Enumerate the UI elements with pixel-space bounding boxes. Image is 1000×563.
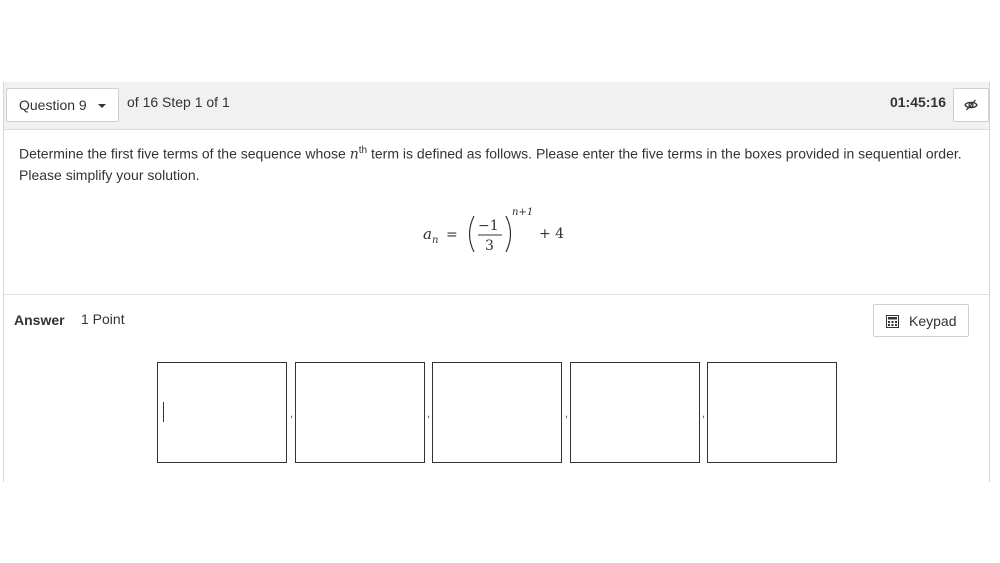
question-body: Determine the first five terms of the se… <box>4 130 989 295</box>
formula-exponent: n+1 <box>512 207 533 218</box>
calculator-icon <box>886 315 899 328</box>
toggle-timer-visibility-button[interactable] <box>953 88 989 122</box>
answer-input-4[interactable] <box>570 362 700 463</box>
keypad-button[interactable]: Keypad <box>873 304 969 337</box>
timer: 01:45:16 <box>889 94 946 110</box>
sequence-formula: a n = −1 3 n+1 + 4 <box>419 196 589 254</box>
answer-inputs: , , , , <box>4 362 989 464</box>
answer-points: 1 Point <box>81 311 125 327</box>
question-panel: Question 9 of 16 Step 1 of 1 01:45:16 De… <box>3 82 990 482</box>
answer-input-1[interactable] <box>157 362 287 463</box>
answer-input-2[interactable] <box>295 362 425 463</box>
prompt-variable: n <box>349 146 359 163</box>
answer-input-5[interactable] <box>707 362 837 463</box>
formula-equals: = <box>446 227 458 243</box>
prompt-superscript: th <box>358 145 368 156</box>
text-cursor <box>163 402 164 422</box>
answer-input-3[interactable] <box>432 362 562 463</box>
answer-label: Answer <box>14 312 65 328</box>
formula-numerator: −1 <box>478 218 499 234</box>
caret-down-icon <box>98 104 106 108</box>
question-prompt: Determine the first five terms of the se… <box>19 141 974 185</box>
formula-lhs-sub: n <box>432 235 438 246</box>
formula-denominator: 3 <box>485 238 494 252</box>
eye-slash-icon <box>964 99 978 111</box>
left-paren-icon <box>468 215 475 253</box>
keypad-label: Keypad <box>909 313 957 329</box>
question-select-label: Question 9 <box>19 97 87 113</box>
question-select[interactable]: Question 9 <box>6 88 119 122</box>
prompt-text-start: Determine the first five terms of the se… <box>19 145 350 162</box>
answer-separator: , <box>565 408 569 420</box>
answer-separator: , <box>290 408 294 420</box>
step-indicator: of 16 Step 1 of 1 <box>127 94 230 110</box>
right-paren-icon <box>505 215 512 253</box>
answer-separator: , <box>702 408 706 420</box>
question-toolbar: Question 9 of 16 Step 1 of 1 01:45:16 <box>4 82 989 130</box>
answer-separator: , <box>427 408 431 420</box>
answer-header: Answer 1 Point Keypad <box>4 295 989 355</box>
formula-tail: + 4 <box>539 226 564 242</box>
formula-lhs-var: a <box>423 225 432 243</box>
